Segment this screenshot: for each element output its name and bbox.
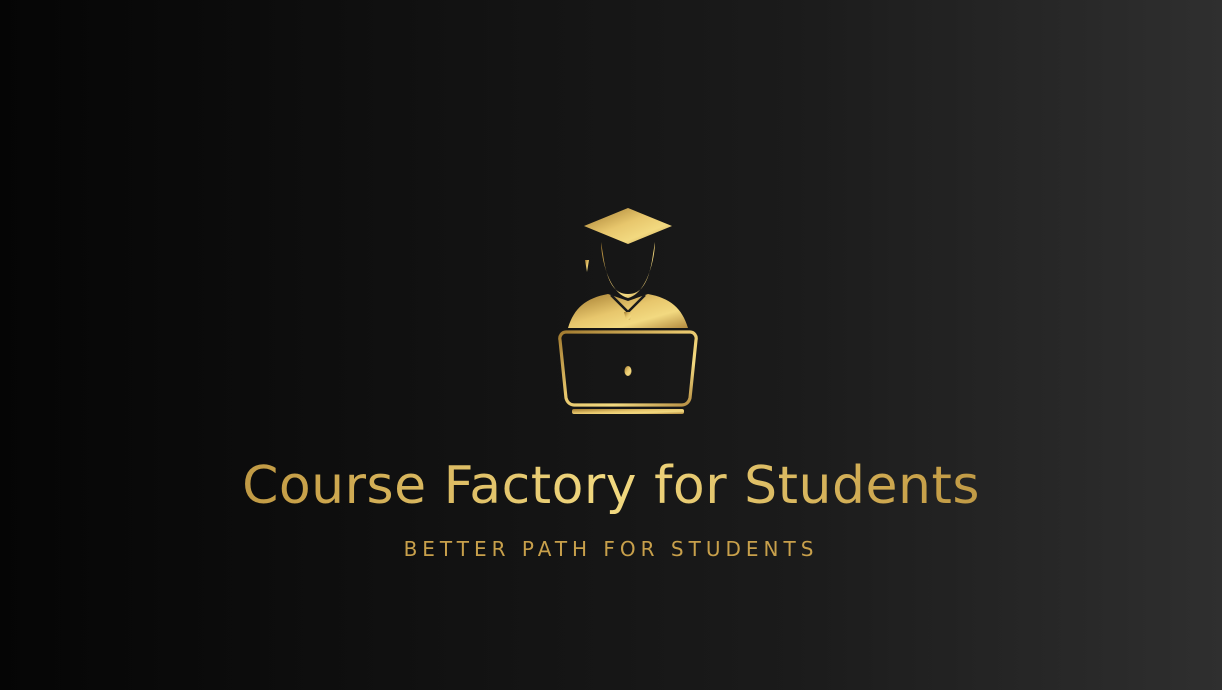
brand-title: Course Factory for Students — [0, 450, 1222, 522]
laptop-logo — [624, 366, 632, 376]
head-outline — [601, 242, 655, 298]
graduation-cap-icon — [584, 208, 672, 244]
graduate-laptop-icon — [558, 208, 698, 414]
brand-tagline: BETTER PATH FOR STUDENTS — [403, 537, 819, 561]
laptop-base — [572, 409, 684, 414]
cap-tassel-tip — [585, 260, 589, 272]
